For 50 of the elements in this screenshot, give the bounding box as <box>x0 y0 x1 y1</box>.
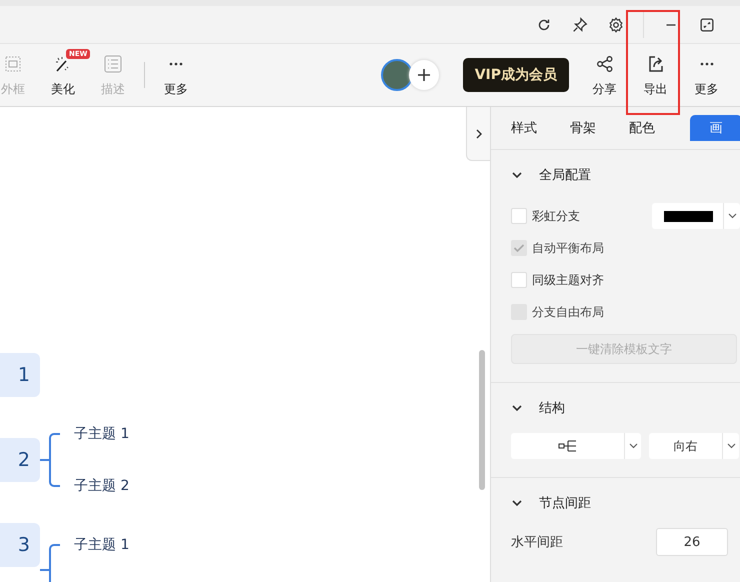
field-label: 水平间距 <box>511 534 563 551</box>
vip-button[interactable]: VIP成为会员 <box>462 58 569 92</box>
subtopic-label[interactable]: 子主题 1 <box>74 532 130 558</box>
settings-icon[interactable] <box>607 16 625 34</box>
maximize-icon[interactable] <box>698 16 716 34</box>
list-icon <box>103 54 123 74</box>
avatar[interactable] <box>380 59 413 91</box>
subtopic-label[interactable]: 子主题 1 <box>74 421 130 447</box>
panel-tab[interactable]: 配色 <box>617 115 678 141</box>
chevron-icon[interactable] <box>511 171 523 179</box>
topic-node[interactable]: 3 <box>0 523 40 567</box>
checkbox[interactable] <box>511 208 527 224</box>
chevron-icon[interactable] <box>511 499 523 507</box>
spacing-input[interactable]: 26 <box>656 528 728 556</box>
add-collaborator-button[interactable] <box>408 60 439 90</box>
subtopic-label[interactable]: 子主题 2 <box>74 473 130 499</box>
chevron-icon[interactable] <box>511 404 523 412</box>
toolbar-button[interactable]: 更多 <box>681 52 732 98</box>
dropdown-icon <box>728 213 737 219</box>
checkbox[interactable] <box>511 272 527 288</box>
more-icon <box>168 62 184 66</box>
checkbox-label: 自动平衡布局 <box>532 240 604 256</box>
checkbox-label: 分支自由布局 <box>532 304 604 320</box>
direction-select[interactable]: 向右 <box>649 433 739 459</box>
panel-tab[interactable]: 样式 <box>499 115 560 141</box>
bracket-connector <box>40 433 62 487</box>
plus-icon <box>416 68 431 82</box>
dropdown-icon <box>726 443 736 449</box>
toolbar-button[interactable]: 更多 <box>151 52 201 98</box>
share-icon <box>596 54 614 72</box>
topic-node[interactable]: 2 <box>0 438 40 482</box>
scrollbar[interactable] <box>479 350 485 490</box>
structure-icon <box>558 439 578 453</box>
pin-icon[interactable] <box>571 16 589 34</box>
checkbox-label: 同级主题对齐 <box>532 272 604 288</box>
frame-icon <box>4 54 22 72</box>
section-title: 结构 <box>539 400 565 417</box>
dropdown-icon <box>628 443 638 449</box>
toolbar-button[interactable]: 导出 <box>630 52 681 98</box>
toolbar-button[interactable]: 分享 <box>579 52 630 98</box>
checkbox-label: 彩虹分支 <box>532 208 580 224</box>
color-select[interactable] <box>652 203 740 229</box>
more-icon <box>698 62 714 66</box>
check-icon <box>513 243 525 253</box>
section-title: 全局配置 <box>539 167 591 184</box>
section-title: 节点间距 <box>539 495 591 512</box>
chevron-right-icon <box>474 128 482 140</box>
topic-node[interactable]: 1 <box>0 353 40 397</box>
panel-tab[interactable]: 骨架 <box>558 115 620 141</box>
panel-tab[interactable]: 画 <box>690 115 740 141</box>
